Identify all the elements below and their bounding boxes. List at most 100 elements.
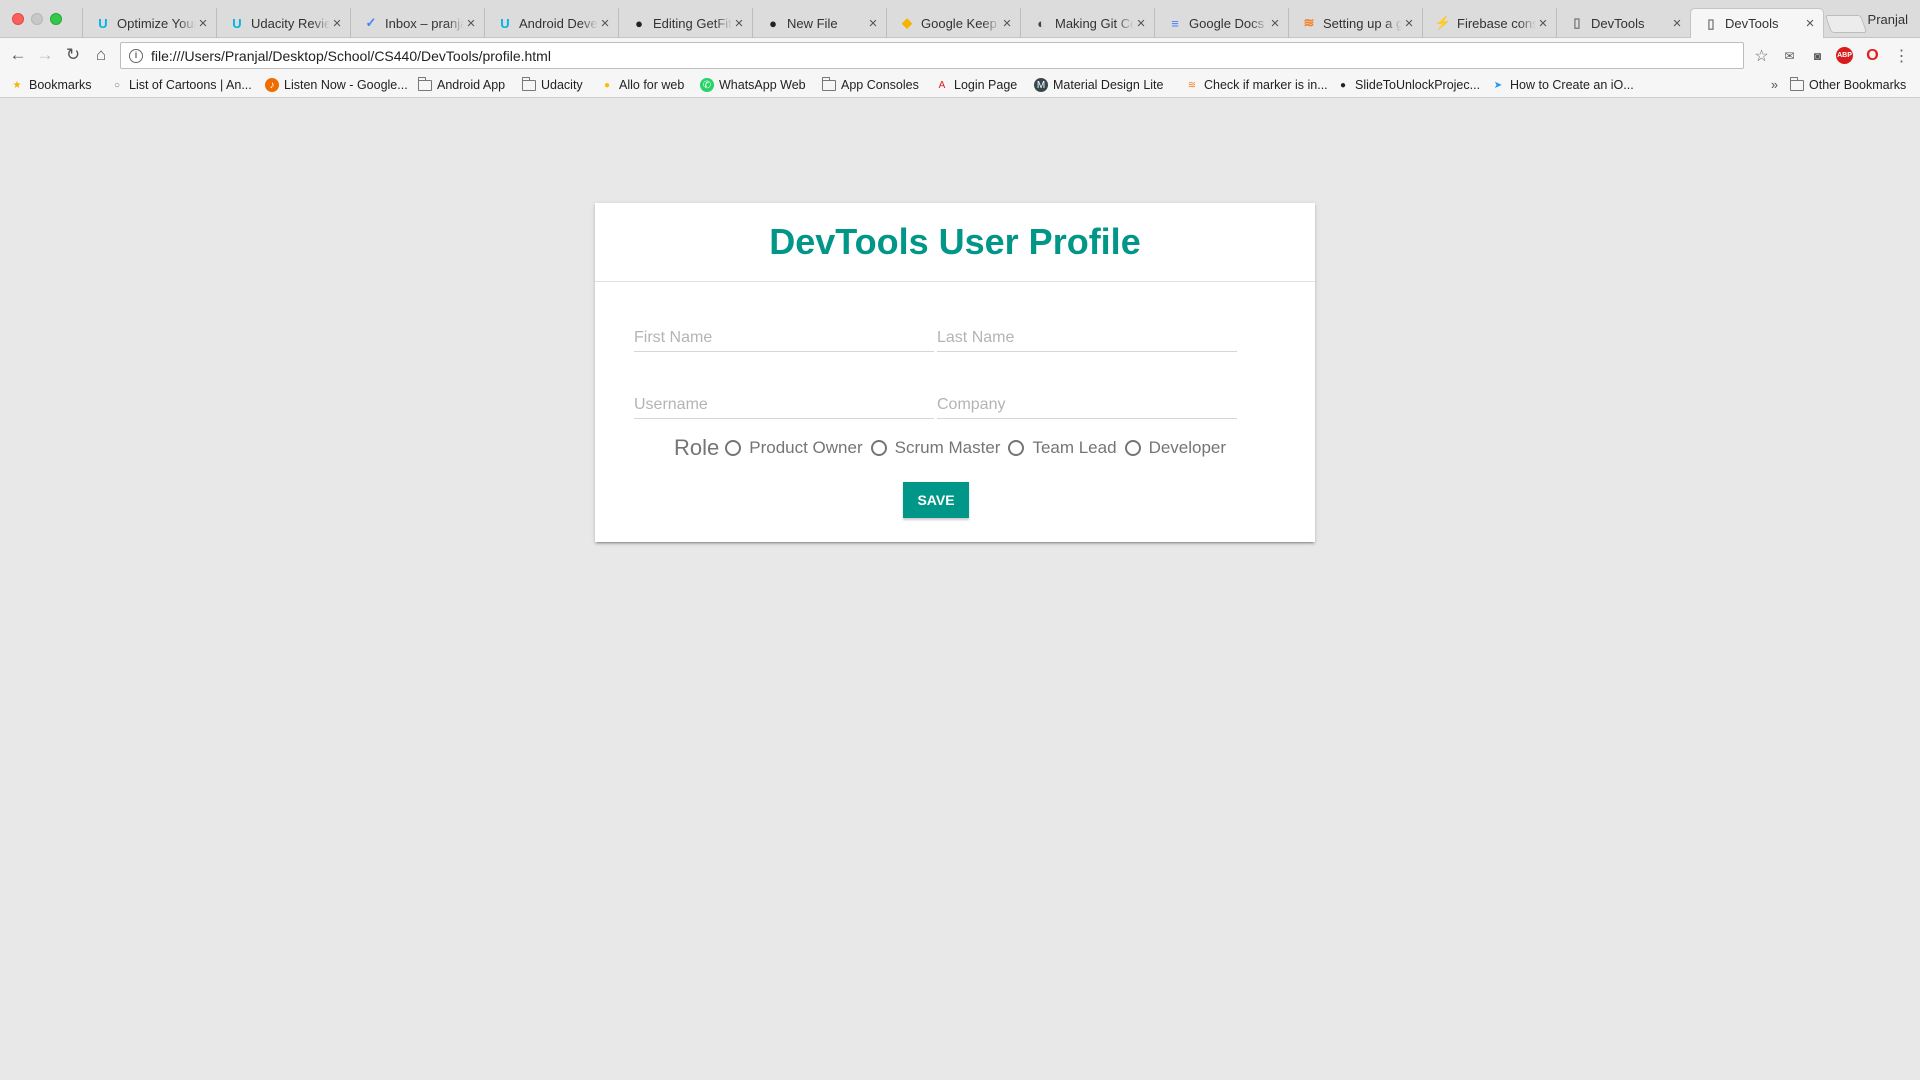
bookmark-android-app[interactable]: Android App (418, 75, 505, 95)
profile-card: DevTools User Profile Role Product Owner… (595, 203, 1315, 542)
star-icon: ★ (12, 79, 22, 91)
tab-new-file[interactable]: ● New File × (752, 8, 886, 38)
docs-icon: ≡ (1171, 15, 1179, 31)
tab-title: Optimize Your (117, 15, 196, 31)
bookmark-app-consoles[interactable]: App Consoles (822, 75, 919, 95)
address-bar[interactable]: i file:///Users/Pranjal/Desktop/School/C… (120, 42, 1744, 69)
forward-icon[interactable]: → (35, 45, 55, 65)
close-tab-icon[interactable]: × (866, 15, 880, 32)
close-tab-icon[interactable]: × (598, 15, 612, 32)
close-tab-icon[interactable]: × (732, 15, 746, 32)
url-text[interactable]: file:///Users/Pranjal/Desktop/School/CS4… (151, 48, 551, 64)
bookmark-whatsapp-web[interactable]: ✆ WhatsApp Web (700, 75, 806, 95)
close-tab-icon[interactable]: × (196, 15, 210, 32)
folder-icon (1790, 76, 1804, 91)
page-icon: ▯ (1707, 15, 1715, 31)
globe-icon: ○ (113, 79, 121, 91)
tab-udacity-review[interactable]: U Udacity Review× (216, 8, 350, 38)
bookmark-label: App Consoles (841, 78, 919, 92)
tab-firebase-cons[interactable]: ⚡ Firebase cons × (1422, 8, 1556, 38)
adblock-extension-icon[interactable]: ABP (1836, 47, 1853, 64)
tab-devtools[interactable]: ▯ DevTools × (1690, 8, 1824, 38)
stackoverflow-icon: ≋ (1187, 79, 1197, 91)
browser-toolbar: ← → ↻ ⌂ i file:///Users/Pranjal/Desktop/… (0, 38, 1920, 72)
close-tab-icon[interactable]: × (330, 15, 344, 32)
bookmark-material-design-lite[interactable]: M Material Design Lite (1034, 75, 1163, 95)
bookmark-star-icon[interactable]: ☆ (1753, 47, 1770, 65)
role-option-scrum-master[interactable]: Scrum Master (870, 438, 1000, 458)
first-name-input[interactable] (634, 314, 934, 351)
other-bookmarks[interactable]: Other Bookmarks (1790, 75, 1906, 95)
role-option-developer[interactable]: Developer (1124, 438, 1226, 458)
last-name-field[interactable] (937, 314, 1237, 352)
bookmark-slidetounlockprojec[interactable]: ● SlideToUnlockProjec... (1336, 75, 1480, 95)
radio-button[interactable] (725, 440, 742, 456)
home-icon[interactable]: ⌂ (91, 45, 111, 65)
tab-devtools[interactable]: ▯ DevTools × (1556, 8, 1690, 38)
bookmark-allo-for-web[interactable]: ● Allo for web (600, 75, 684, 95)
tab-setting-up-a-g[interactable]: ≋ Setting up a g × (1288, 8, 1422, 38)
firebase-icon: ⚡ (1434, 15, 1452, 30)
close-tab-icon[interactable]: × (1803, 15, 1817, 32)
tab-android-devel[interactable]: U Android Devel × (484, 8, 618, 38)
back-icon[interactable]: ← (8, 45, 28, 65)
close-tab-icon[interactable]: × (1536, 15, 1550, 32)
bookmark-label: WhatsApp Web (719, 78, 806, 92)
radio-label: Product Owner (749, 438, 863, 457)
minimize-window-button[interactable] (31, 13, 43, 25)
radio-label: Team Lead (1032, 438, 1117, 457)
save-button[interactable]: SAVE (903, 482, 969, 518)
bookmark-label: How to Create an iO... (1510, 78, 1634, 92)
bookmark-udacity[interactable]: Udacity (522, 75, 583, 95)
bookmark-list-of-cartoons-an[interactable]: ○ List of Cartoons | An... (110, 75, 252, 95)
close-tab-icon[interactable]: × (1000, 15, 1014, 32)
reload-icon[interactable]: ↻ (63, 45, 83, 65)
profile-name[interactable]: Pranjal (1868, 12, 1908, 27)
role-option-product-owner[interactable]: Product Owner (725, 438, 863, 458)
first-name-field[interactable] (634, 314, 934, 352)
other-bookmarks-label: Other Bookmarks (1809, 78, 1907, 92)
close-tab-icon[interactable]: × (1670, 15, 1684, 32)
udacity-icon: U (500, 15, 510, 31)
close-window-button[interactable] (12, 13, 24, 25)
tab-inbox-pranjal[interactable]: ✓ Inbox – pranjal × (350, 8, 484, 38)
radio-button[interactable] (870, 440, 887, 456)
tab-google-docs[interactable]: ≡ Google Docs × (1154, 8, 1288, 38)
opera-extension-icon[interactable]: O (1864, 47, 1881, 64)
tabs: UOptimize Your×UUdacity Review×✓Inbox – … (82, 8, 1824, 38)
github-icon: ● (1339, 79, 1347, 91)
close-tab-icon[interactable]: × (1402, 15, 1416, 32)
company-field[interactable] (937, 381, 1237, 419)
close-tab-icon[interactable]: × (1268, 15, 1282, 32)
tab-making-git-co[interactable]: ◐ Making Git Co × (1020, 8, 1154, 38)
maximize-window-button[interactable] (50, 13, 62, 25)
username-input[interactable] (634, 381, 934, 418)
keep-icon: ◆ (902, 15, 912, 30)
tab-google-keep[interactable]: ◆ Google Keep × (886, 8, 1020, 38)
bookmark-how-to-create-an-io[interactable]: ➤ How to Create an iO... (1491, 75, 1634, 95)
username-field[interactable] (634, 381, 934, 419)
radio-button[interactable] (1008, 440, 1025, 456)
bookmark-bookmarks[interactable]: ★ Bookmarks (10, 75, 92, 95)
tab-optimize-your[interactable]: U Optimize Your × (82, 8, 216, 38)
tab-editing-getfit[interactable]: ● Editing GetFit × (618, 8, 752, 38)
info-icon[interactable]: i (129, 48, 143, 63)
bookmarks-overflow-button[interactable]: » (1771, 75, 1778, 95)
radio-button[interactable] (1124, 440, 1141, 456)
bookmark-login-page[interactable]: A Login Page (935, 75, 1018, 95)
mail-extension-icon[interactable]: ✉ (1781, 47, 1798, 64)
whatsapp-icon: ✆ (700, 78, 714, 92)
bookmark-label: SlideToUnlockProjec... (1355, 78, 1481, 92)
close-tab-icon[interactable]: × (464, 15, 478, 32)
new-tab-button[interactable] (1824, 15, 1868, 33)
pocket-extension-icon[interactable]: ◙ (1809, 47, 1826, 64)
company-input[interactable] (937, 381, 1237, 418)
last-name-input[interactable] (937, 314, 1237, 351)
bookmark-listen-now-google[interactable]: ♪ Listen Now - Google... (265, 75, 408, 95)
tab-title: Setting up a g (1323, 15, 1402, 31)
menu-icon[interactable]: ⋮ (1893, 47, 1910, 65)
close-tab-icon[interactable]: × (1134, 15, 1148, 32)
role-option-team-lead[interactable]: Team Lead (1008, 438, 1117, 458)
bookmark-check-if-marker-is-in[interactable]: ≋ Check if marker is in... (1185, 75, 1328, 95)
bookmark-label: Bookmarks (29, 78, 92, 92)
